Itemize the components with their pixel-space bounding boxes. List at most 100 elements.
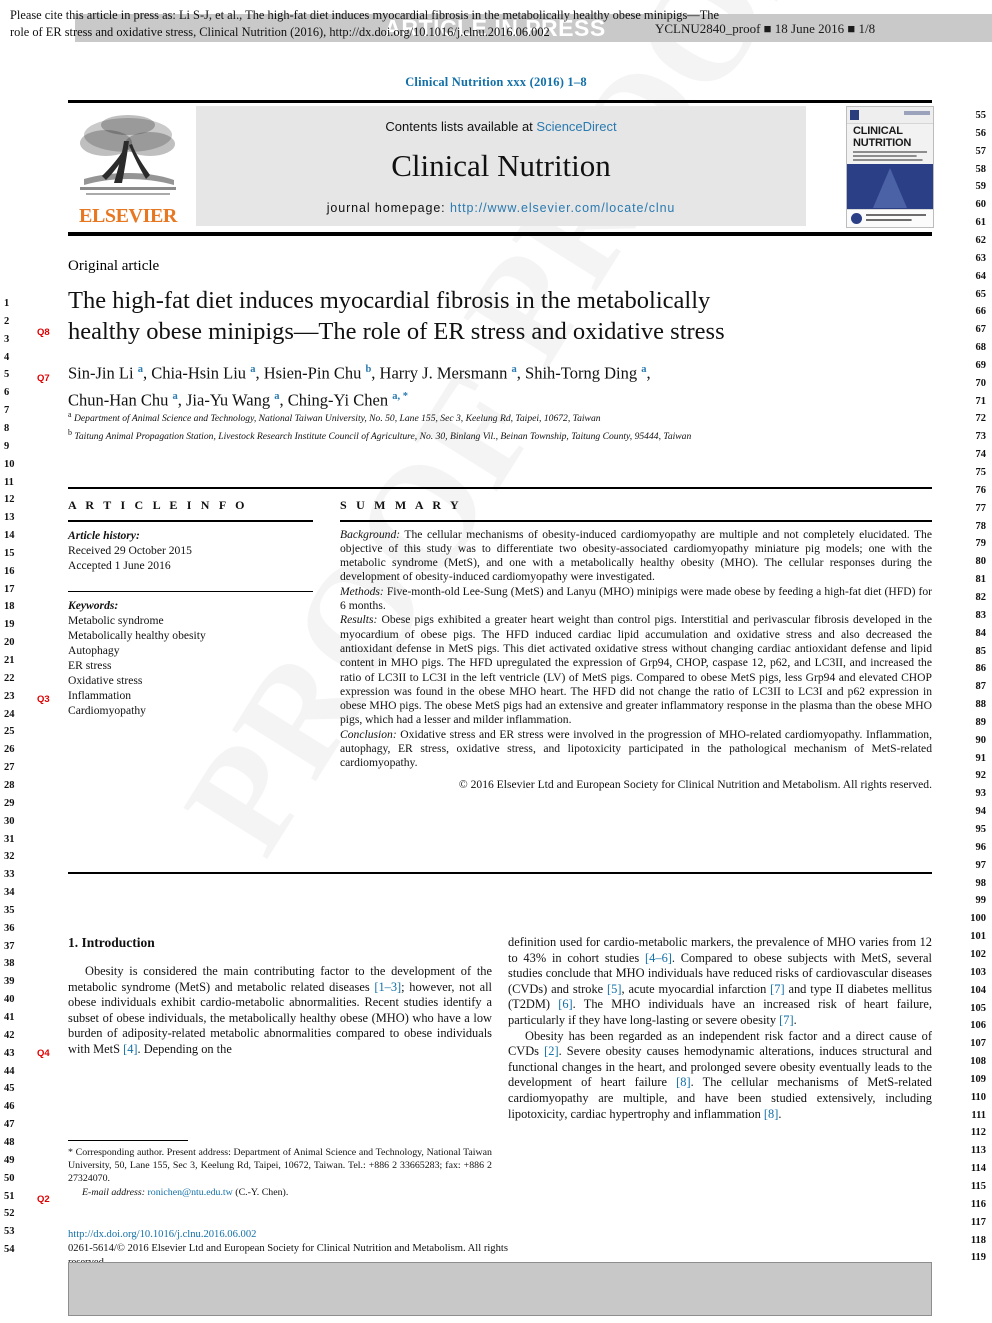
citation-ref[interactable]: [8] bbox=[764, 1107, 778, 1121]
title-line-1: The high-fat diet induces myocardial fib… bbox=[68, 287, 711, 314]
query-tag-q7[interactable]: Q7 bbox=[37, 373, 50, 384]
line-number-left: 24 bbox=[4, 708, 15, 720]
line-number-right: 119 bbox=[970, 1252, 986, 1264]
line-number-right: 64 bbox=[975, 270, 987, 282]
line-number-right: 65 bbox=[975, 288, 987, 300]
title-line-2: healthy obese minipigs—The role of ER st… bbox=[68, 318, 725, 345]
line-number-right: 70 bbox=[975, 377, 987, 389]
email-link[interactable]: ronichen@ntu.edu.tw bbox=[147, 1187, 232, 1198]
citation-ref[interactable]: [8] bbox=[676, 1075, 690, 1089]
line-number-right: 71 bbox=[975, 395, 987, 407]
summary-background-text: The cellular mechanisms of obesity-induc… bbox=[340, 527, 932, 584]
citation-ref[interactable]: [4] bbox=[123, 1042, 137, 1056]
sciencedirect-link[interactable]: ScienceDirect bbox=[536, 119, 616, 134]
cover-title-line1: CLINICAL bbox=[853, 125, 903, 137]
line-number-left: 30 bbox=[4, 815, 15, 827]
line-number-right: 94 bbox=[975, 806, 987, 818]
query-tag-q4[interactable]: Q4 bbox=[37, 1048, 50, 1059]
cover-header-band bbox=[847, 107, 933, 124]
line-number-left: 3 bbox=[4, 333, 10, 345]
paper-page: PROOF PROOF ARTICLE IN PRESS YCLNU2840_p… bbox=[0, 0, 992, 1323]
line-number-left: 8 bbox=[4, 422, 10, 434]
line-number-left: 46 bbox=[4, 1101, 15, 1113]
line-number-right: 100 bbox=[970, 913, 986, 925]
line-number-left: 19 bbox=[4, 619, 15, 631]
line-number-right: 72 bbox=[975, 413, 987, 425]
line-number-left: 35 bbox=[4, 904, 15, 916]
keywords-block: Keywords: Metabolic syndrome Metabolical… bbox=[68, 598, 313, 718]
cover-top-rule bbox=[904, 111, 930, 115]
summary-rule bbox=[340, 520, 932, 522]
line-number-right: 91 bbox=[975, 752, 987, 764]
line-number-left: 48 bbox=[4, 1136, 15, 1148]
citation-ref[interactable]: [2] bbox=[544, 1044, 558, 1058]
line-number-left: 27 bbox=[4, 762, 15, 774]
homepage-url-link[interactable]: http://www.elsevier.com/locate/clnu bbox=[450, 201, 675, 215]
line-number-right: 74 bbox=[975, 449, 987, 461]
line-number-right: 118 bbox=[970, 1234, 986, 1246]
line-number-right: 102 bbox=[970, 948, 986, 960]
line-number-right: 57 bbox=[975, 145, 987, 157]
introduction-heading: 1. Introduction bbox=[68, 935, 155, 950]
keyword-item: Autophagy bbox=[68, 644, 120, 658]
line-number-left: 34 bbox=[4, 887, 15, 899]
line-number-right: 96 bbox=[975, 841, 987, 853]
citation-ref[interactable]: [6] bbox=[558, 997, 572, 1011]
doi-link[interactable]: http://dx.doi.org/10.1016/j.clnu.2016.06… bbox=[68, 1228, 538, 1242]
line-number-right: 89 bbox=[975, 716, 987, 728]
affiliations: a Department of Animal Science and Techn… bbox=[68, 408, 868, 443]
cover-title-line2: NUTRITION bbox=[853, 136, 912, 149]
summary-background-label: Background: bbox=[340, 527, 401, 541]
citation-ref[interactable]: [1–3] bbox=[374, 980, 401, 994]
summary-block: S U M M A R Y Background: The cellular m… bbox=[340, 498, 932, 792]
query-tag-q3[interactable]: Q3 bbox=[37, 694, 50, 705]
line-number-right: 109 bbox=[970, 1073, 986, 1085]
line-number-right: 69 bbox=[975, 359, 987, 371]
running-head[interactable]: Clinical Nutrition xxx (2016) 1–8 bbox=[0, 75, 992, 90]
line-number-right: 67 bbox=[975, 324, 987, 336]
article-info-rule-1 bbox=[68, 520, 313, 522]
journal-cover-thumbnail[interactable]: CLINICAL NUTRITION bbox=[846, 106, 934, 228]
intro-paragraph-1: Obesity is considered the main contribut… bbox=[68, 964, 492, 1058]
line-number-right: 68 bbox=[975, 342, 987, 354]
line-number-right: 62 bbox=[975, 234, 987, 246]
email-owner: (C.-Y. Chen). bbox=[235, 1186, 289, 1198]
citation-ref[interactable]: [4–6] bbox=[645, 951, 672, 965]
summary-heading: S U M M A R Y bbox=[340, 498, 462, 512]
citation-ref[interactable]: [7] bbox=[779, 1013, 793, 1027]
line-number-right: 106 bbox=[970, 1020, 986, 1032]
summary-conclusion-label: Conclusion: bbox=[340, 727, 397, 741]
affiliation-b-text: Taitung Animal Propagation Station, Live… bbox=[74, 430, 692, 442]
summary-results-label: Results: bbox=[340, 613, 378, 627]
journal-masthead: ELSEVIER Contents lists available at Sci… bbox=[68, 104, 934, 229]
query-tag-q2[interactable]: Q2 bbox=[37, 1194, 50, 1205]
summary-results-text: Obese pigs exhibited a greater heart wei… bbox=[340, 613, 932, 727]
line-number-right: 115 bbox=[970, 1181, 986, 1192]
line-number-left: 20 bbox=[4, 637, 15, 649]
citation-ref[interactable]: [7] bbox=[770, 982, 784, 996]
footnote-email-line: E-mail address: ronichen@ntu.edu.tw (C.-… bbox=[68, 1186, 492, 1199]
line-number-left: 11 bbox=[4, 476, 14, 488]
affiliation-a-text: Department of Animal Science and Technol… bbox=[73, 413, 601, 425]
line-number-left: 25 bbox=[4, 726, 15, 738]
cite-line-2: role of ER stress and oxidative stress, … bbox=[10, 25, 550, 39]
line-number-left: 7 bbox=[4, 405, 10, 417]
line-number-right: 92 bbox=[975, 770, 987, 782]
line-number-left: 37 bbox=[4, 940, 15, 952]
citation-ref[interactable]: [5] bbox=[607, 982, 621, 996]
line-number-right: 77 bbox=[975, 502, 987, 514]
affiliation-a: a Department of Animal Science and Techn… bbox=[68, 410, 601, 425]
line-number-right: 86 bbox=[975, 663, 987, 675]
cover-subtitle-lines bbox=[853, 151, 927, 161]
line-number-left: 29 bbox=[4, 797, 15, 809]
affiliation-b: b Taitung Animal Propagation Station, Li… bbox=[68, 427, 692, 442]
line-number-right: 112 bbox=[970, 1127, 986, 1139]
line-number-right: 83 bbox=[975, 609, 987, 621]
line-number-left: 10 bbox=[4, 458, 15, 470]
line-number-right: 111 bbox=[971, 1109, 986, 1121]
query-tag-q8[interactable]: Q8 bbox=[37, 327, 50, 338]
line-number-left: 22 bbox=[4, 672, 15, 684]
elsevier-wordmark: ELSEVIER bbox=[79, 205, 177, 227]
line-number-right: 108 bbox=[970, 1056, 986, 1068]
footnote-text: Corresponding author. Present address: D… bbox=[68, 1147, 492, 1185]
